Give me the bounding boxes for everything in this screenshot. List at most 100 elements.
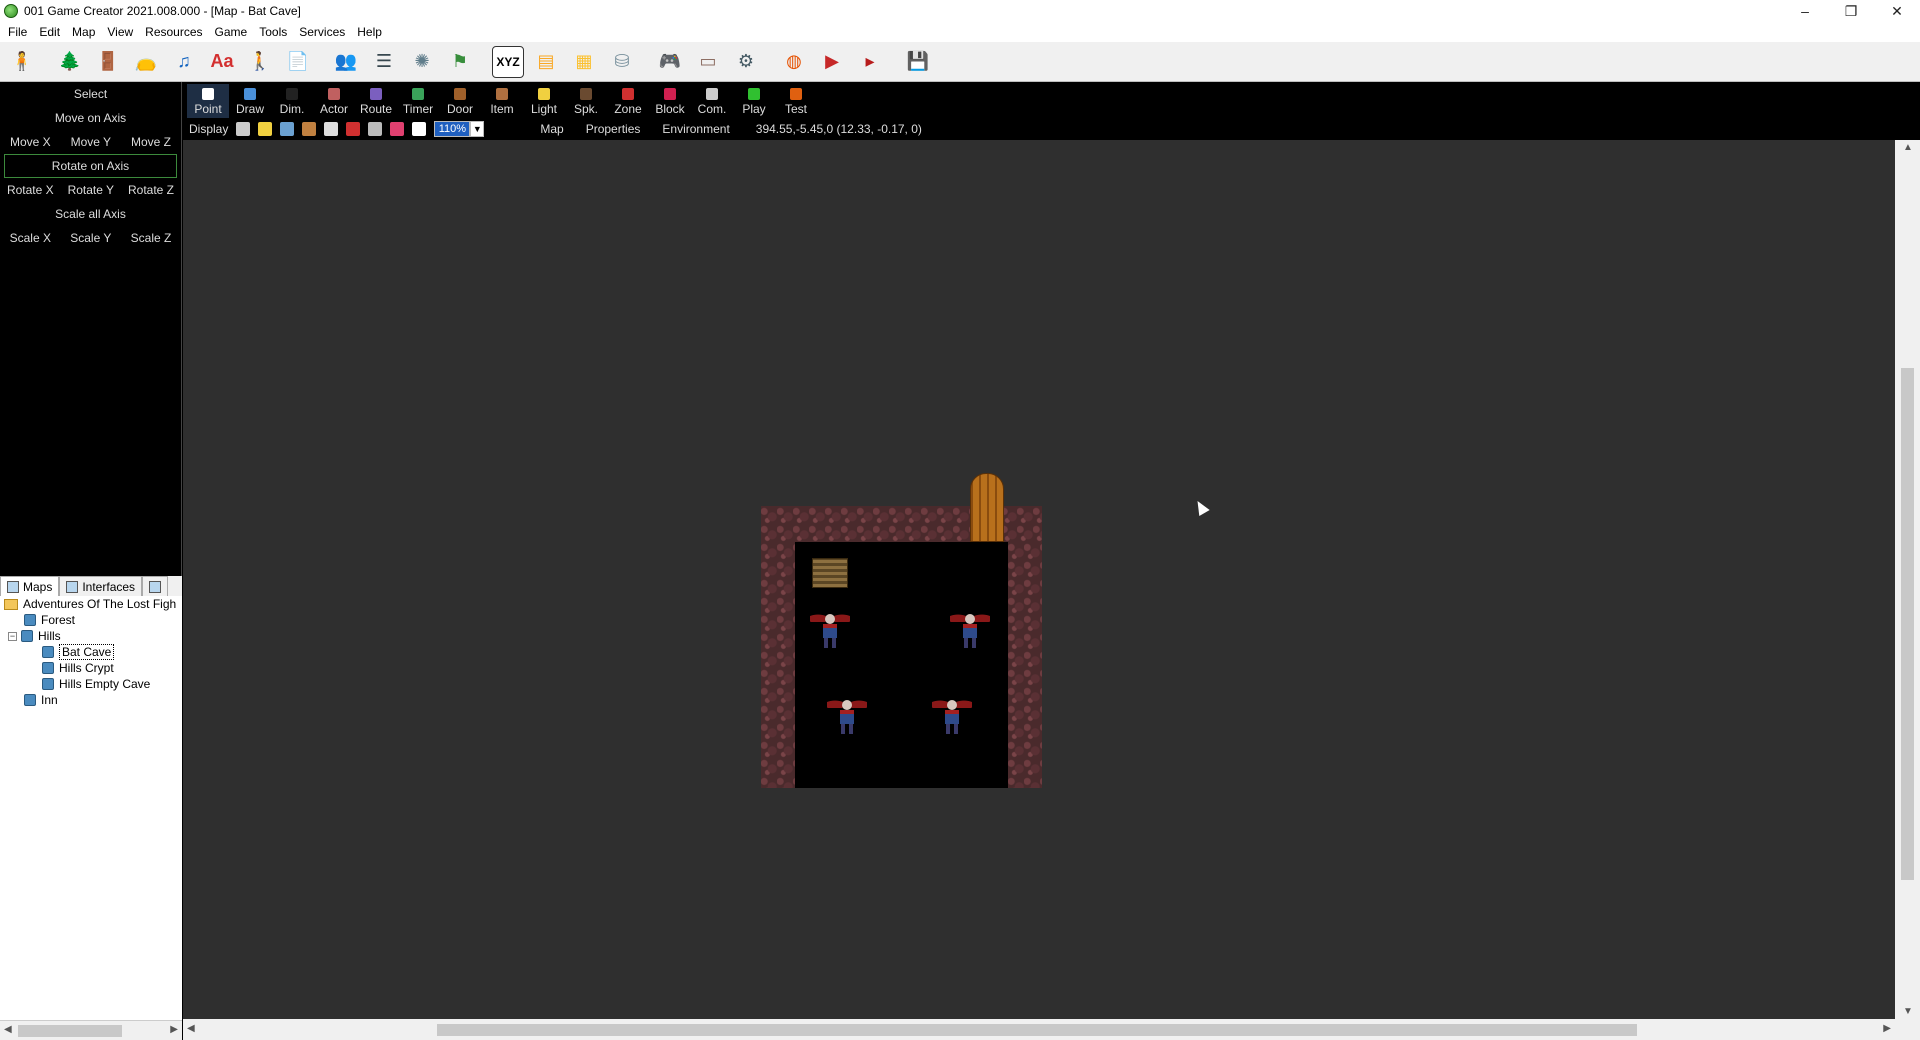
rotate-z-button[interactable]: Rotate Z xyxy=(128,183,174,197)
font-icon[interactable]: Aa xyxy=(206,46,238,78)
tool-zone[interactable]: Zone xyxy=(607,84,649,118)
door-icon[interactable]: 🚪 xyxy=(92,46,124,78)
scrollbar-thumb[interactable] xyxy=(18,1025,122,1037)
list-icon[interactable]: ☰ xyxy=(368,46,400,78)
info-icon[interactable] xyxy=(412,122,427,136)
menu-edit[interactable]: Edit xyxy=(33,25,66,39)
menu-view[interactable]: View xyxy=(101,25,139,39)
scale-z-button[interactable]: Scale Z xyxy=(131,231,172,245)
scale-y-button[interactable]: Scale Y xyxy=(70,231,111,245)
tool-com[interactable]: Com. xyxy=(691,84,733,118)
scale-all-axis-tool[interactable]: Scale all Axis xyxy=(0,202,181,226)
tab-interfaces[interactable]: Interfaces xyxy=(59,576,143,596)
play-game-icon[interactable]: ▶ xyxy=(816,46,848,78)
tool-point[interactable]: Point xyxy=(187,84,229,118)
menu-file[interactable]: File xyxy=(2,25,33,39)
scroll-left-icon[interactable]: ◀ xyxy=(4,1024,12,1035)
tree-node-hills-empty-cave[interactable]: Hills Empty Cave xyxy=(0,676,182,692)
tab-maps[interactable]: Maps xyxy=(0,576,60,596)
tool-block[interactable]: Block xyxy=(649,84,691,118)
ball-icon[interactable]: ◍ xyxy=(778,46,810,78)
scroll-left-icon[interactable]: ◀ xyxy=(187,1023,195,1034)
bat-monster-actor[interactable] xyxy=(950,606,990,650)
tab-map[interactable]: Map xyxy=(540,122,563,136)
scrollbar-thumb[interactable] xyxy=(1901,368,1914,880)
stack-icon[interactable] xyxy=(368,122,383,136)
gamepad-icon[interactable]: 🎮 xyxy=(654,46,686,78)
tool-spk[interactable]: Spk. xyxy=(565,84,607,118)
tool-door[interactable]: Door xyxy=(439,84,481,118)
rotate-on-axis-tool[interactable]: Rotate on Axis xyxy=(4,154,177,178)
menu-services[interactable]: Services xyxy=(293,25,351,39)
scrollbar-thumb[interactable] xyxy=(437,1024,1637,1036)
map-horizontal-scrollbar[interactable]: ◀ ▶ xyxy=(183,1019,1895,1040)
collapse-icon[interactable]: − xyxy=(8,631,17,641)
sound-icon[interactable] xyxy=(302,122,317,136)
tree-icon[interactable]: 🌲 xyxy=(54,46,86,78)
tool-timer[interactable]: Timer xyxy=(397,84,439,118)
door-icon[interactable] xyxy=(970,473,1004,542)
move-on-axis-tool[interactable]: Move on Axis xyxy=(0,106,181,130)
tool-route[interactable]: Route xyxy=(355,84,397,118)
bag-icon[interactable]: 👝 xyxy=(130,46,162,78)
tool-draw[interactable]: Draw xyxy=(229,84,271,118)
layers-icon[interactable] xyxy=(236,122,251,136)
tree-node-root[interactable]: Adventures Of The Lost Figh xyxy=(0,596,182,612)
tool-test[interactable]: Test xyxy=(775,84,817,118)
move-y-button[interactable]: Move Y xyxy=(71,135,111,149)
chest-icon[interactable] xyxy=(812,558,848,588)
bat-cave-map[interactable] xyxy=(761,473,1042,788)
tree-node-hills-crypt[interactable]: Hills Crypt xyxy=(0,660,182,676)
menu-help[interactable]: Help xyxy=(351,25,388,39)
scroll-right-icon[interactable]: ▶ xyxy=(170,1024,178,1035)
character-icon[interactable]: 🚶 xyxy=(244,46,276,78)
zoom-select[interactable]: 110% xyxy=(434,121,471,137)
tool-dim[interactable]: Dim. xyxy=(271,84,313,118)
settings-icon[interactable]: ⚙ xyxy=(730,46,762,78)
scale-x-button[interactable]: Scale X xyxy=(10,231,51,245)
tool-play[interactable]: Play xyxy=(733,84,775,118)
move-x-button[interactable]: Move X xyxy=(10,135,51,149)
scroll-down-icon[interactable]: ▼ xyxy=(1903,1006,1913,1017)
database-icon[interactable]: ⛁ xyxy=(606,46,638,78)
tree-node-bat-cave[interactable]: Bat Cave xyxy=(0,644,182,660)
menu-game[interactable]: Game xyxy=(209,25,254,39)
close-button[interactable]: ✕ xyxy=(1874,0,1920,22)
skills-icon[interactable]: ⚑ xyxy=(444,46,476,78)
xyz-icon[interactable]: XYZ xyxy=(492,45,524,78)
map-vertical-scrollbar[interactable]: ▲ ▼ xyxy=(1895,140,1920,1019)
monster-icon[interactable]: ✺ xyxy=(406,46,438,78)
party-icon[interactable]: 👥 xyxy=(330,46,362,78)
tree-node-forest[interactable]: Forest xyxy=(0,612,182,628)
rotate-y-button[interactable]: Rotate Y xyxy=(68,183,114,197)
window-icon[interactable]: ▤ xyxy=(530,46,562,78)
tool-light[interactable]: Light xyxy=(523,84,565,118)
menu-resources[interactable]: Resources xyxy=(139,25,208,39)
actor-icon[interactable]: 🧍 xyxy=(6,46,38,78)
magnet-icon[interactable] xyxy=(346,122,361,136)
notes-icon[interactable]: ▦ xyxy=(568,46,600,78)
tab-environment[interactable]: Environment xyxy=(662,122,729,136)
scroll-up-icon[interactable]: ▲ xyxy=(1903,142,1913,153)
menu-tools[interactable]: Tools xyxy=(253,25,293,39)
bat-monster-actor[interactable] xyxy=(827,692,867,736)
tree-horizontal-scrollbar[interactable]: ◀ ▶ xyxy=(0,1020,182,1040)
tree-node-inn[interactable]: Inn xyxy=(0,692,182,708)
tool-actor[interactable]: Actor xyxy=(313,84,355,118)
select-tool[interactable]: Select xyxy=(0,82,181,106)
test-game-icon[interactable]: ▸ xyxy=(854,46,886,78)
bulb-icon[interactable] xyxy=(258,122,273,136)
maximize-button[interactable]: ❐ xyxy=(1828,0,1874,22)
tab-properties[interactable]: Properties xyxy=(586,122,641,136)
scroll-right-icon[interactable]: ▶ xyxy=(1883,1023,1891,1034)
tool-item[interactable]: Item xyxy=(481,84,523,118)
book-icon[interactable] xyxy=(390,122,405,136)
interface-icon[interactable]: ▭ xyxy=(692,46,724,78)
weather-icon[interactable] xyxy=(280,122,295,136)
move-z-button[interactable]: Move Z xyxy=(131,135,171,149)
grid-icon[interactable] xyxy=(324,122,339,136)
tree-node-hills[interactable]: − Hills xyxy=(0,628,182,644)
minimize-button[interactable]: – xyxy=(1782,0,1828,22)
rotate-x-button[interactable]: Rotate X xyxy=(7,183,54,197)
menu-map[interactable]: Map xyxy=(66,25,101,39)
